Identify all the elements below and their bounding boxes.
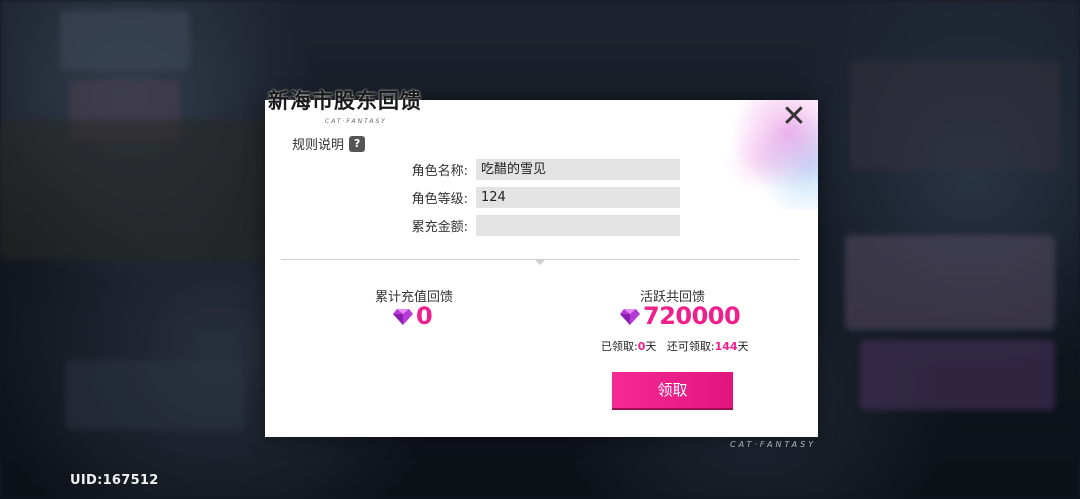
dialog-title: 新海市股东回馈 bbox=[268, 89, 422, 113]
remaining-day-unit: 天 bbox=[737, 340, 749, 353]
gem-icon bbox=[620, 307, 640, 325]
brand-watermark: CAT·FANTASY bbox=[730, 440, 817, 449]
uid-label: UID:167512 bbox=[70, 473, 159, 488]
claim-button[interactable]: 领取 bbox=[612, 372, 733, 408]
role-level-row: 角色等级: 124 bbox=[380, 187, 680, 208]
claimed-day-unit: 天 bbox=[645, 340, 657, 353]
active-reward-value: 720000 bbox=[643, 302, 741, 330]
claimed-label: 已领取: bbox=[601, 340, 638, 353]
rules-label: 规则说明 bbox=[292, 138, 345, 153]
recharge-reward-value-group: 0 bbox=[393, 302, 433, 330]
role-name-row: 角色名称: 吃醋的雪见 bbox=[380, 159, 680, 180]
dialog-title-group: 新海市股东回馈 bbox=[268, 85, 422, 115]
active-reward-value-group: 720000 bbox=[620, 302, 741, 330]
help-icon: ? bbox=[349, 135, 366, 152]
recharge-reward-value: 0 bbox=[416, 302, 433, 330]
total-recharge-field bbox=[476, 215, 680, 236]
gem-icon bbox=[393, 307, 413, 325]
role-level-label: 角色等级: bbox=[411, 192, 468, 207]
role-level-field: 124 bbox=[476, 187, 680, 208]
divider-notch bbox=[534, 259, 546, 265]
total-recharge-label: 累充金额: bbox=[411, 220, 468, 235]
remaining-label: 还可领取: bbox=[666, 340, 715, 353]
close-icon: ✕ bbox=[781, 99, 807, 134]
claim-days-info: 已领取:0天 还可领取:144天 bbox=[601, 338, 749, 354]
role-name-field: 吃醋的雪见 bbox=[476, 159, 680, 180]
role-name-label: 角色名称: bbox=[411, 164, 468, 179]
close-button[interactable]: ✕ bbox=[780, 102, 808, 132]
total-recharge-row: 累充金额: bbox=[380, 215, 680, 236]
remaining-days: 144 bbox=[714, 340, 738, 353]
dialog-subtitle: CAT·FANTASY bbox=[325, 118, 387, 125]
rules-button[interactable]: 规则说明 ? bbox=[292, 134, 366, 153]
